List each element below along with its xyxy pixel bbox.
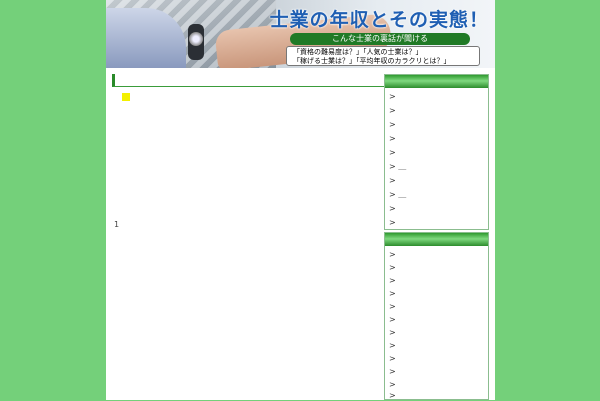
- main-heading-bar: [112, 74, 387, 87]
- sidebar-link[interactable]: >: [389, 120, 396, 130]
- sidebar-link[interactable]: >: [389, 148, 396, 158]
- site-title[interactable]: 士業の年収とその実態！: [270, 5, 489, 32]
- main-content: 1: [106, 88, 384, 400]
- sidebar-link[interactable]: >: [389, 106, 396, 116]
- sidebar-link[interactable]: >: [389, 92, 396, 102]
- sidebar-link[interactable]: >: [389, 263, 396, 273]
- sidebar-link[interactable]: >: [389, 176, 396, 186]
- sidebar-box-2: > > > > > > > > > > > >: [384, 232, 489, 400]
- sidebar-link[interactable]: >: [389, 218, 396, 228]
- sidebar-link[interactable]: >: [389, 250, 396, 260]
- sidebar-link[interactable]: >: [389, 367, 396, 377]
- sidebar-box-1: > > > > > > ＿ > > ＿ > >: [384, 74, 489, 230]
- site-tagline: こんな士業の裏話が聞ける: [290, 33, 470, 45]
- sidebar-link[interactable]: >: [389, 380, 396, 390]
- watch-icon: [188, 24, 204, 60]
- sidebar-link[interactable]: >: [389, 289, 396, 299]
- page-number[interactable]: 1: [114, 220, 119, 229]
- sidebar-link[interactable]: >: [389, 315, 396, 325]
- sidebar-link[interactable]: >: [389, 302, 396, 312]
- sidebar-box-2-header: [385, 233, 488, 246]
- sidebar: > > > > > > ＿ > > ＿ > > > > > > > > > > …: [384, 74, 489, 400]
- page-container: 士業の年収とその実態！ こんな士業の裏話が聞ける 「資格の難易度は？」「人気の士…: [106, 0, 495, 400]
- sidebar-link[interactable]: >: [389, 328, 396, 338]
- sidebar-link[interactable]: >: [389, 354, 396, 364]
- sidebar-link[interactable]: > ＿: [389, 190, 406, 200]
- sidebar-link[interactable]: > ＿: [389, 162, 406, 172]
- sidebar-link[interactable]: >: [389, 134, 396, 144]
- sidebar-link[interactable]: >: [389, 204, 396, 214]
- question-line-1: 「資格の難易度は？」「人気の士業は？」: [293, 48, 423, 56]
- bullet-square-icon: [122, 93, 130, 101]
- question-line-2: 「稼げる士業は？」「平均年収のカラクリとは？」: [293, 57, 451, 65]
- question-box: 「資格の難易度は？」「人気の士業は？」 「稼げる士業は？」「平均年収のカラクリと…: [286, 46, 480, 66]
- header-banner: 士業の年収とその実態！ こんな士業の裏話が聞ける 「資格の難易度は？」「人気の士…: [106, 0, 495, 68]
- sidebar-box-1-header: [385, 75, 488, 88]
- sidebar-link[interactable]: >: [389, 341, 396, 351]
- sidebar-link[interactable]: >: [389, 276, 396, 286]
